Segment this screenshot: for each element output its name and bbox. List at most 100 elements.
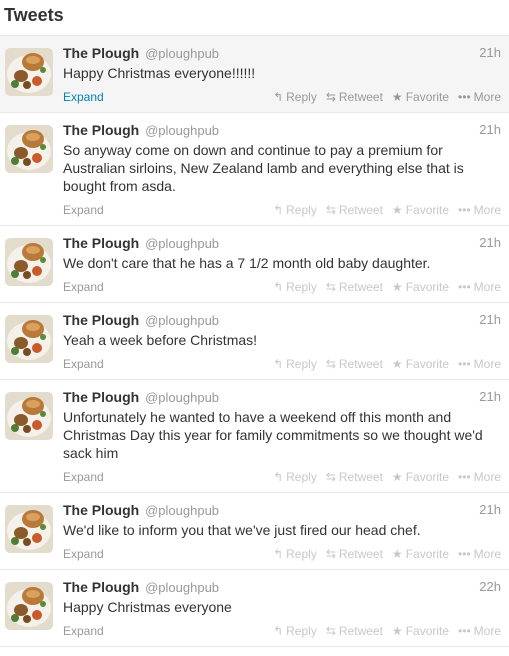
reply-label: Reply [286,624,317,638]
user-handle[interactable]: @ploughpub [145,503,219,518]
user-handle[interactable]: @ploughpub [145,123,219,138]
favorite-button[interactable]: ★ Favorite [392,546,449,562]
ellipsis-icon: ••• [458,357,471,371]
tweet[interactable]: The Plough @ploughpub 21h We'd like to i… [0,493,509,570]
retweet-label: Retweet [338,470,383,484]
expand-link[interactable]: Expand [63,357,104,371]
tweet-timestamp[interactable]: 21h [479,234,501,252]
expand-link[interactable]: Expand [63,547,104,561]
user-fullname[interactable]: The Plough [63,45,139,61]
user-fullname[interactable]: The Plough [63,235,139,251]
stream-title: Tweets [4,5,64,25]
retweet-icon: ⇆ [325,203,336,217]
expand-link[interactable]: Expand [63,280,104,294]
tweet[interactable]: The Plough @ploughpub 21h Unfortunately … [0,380,509,493]
favorite-button[interactable]: ★ Favorite [392,279,449,295]
retweet-label: Retweet [338,357,383,371]
ellipsis-icon: ••• [458,470,471,484]
tweet-footer: Expand ↰ Reply ⇆ Retweet ★ Favorite ••• … [63,202,501,218]
favorite-button[interactable]: ★ Favorite [392,356,449,372]
expand-link[interactable]: Expand [63,470,104,484]
tweet[interactable]: The Plough @ploughpub 21h We don't care … [0,226,509,303]
more-button[interactable]: ••• More [458,89,501,105]
user-fullname[interactable]: The Plough [63,502,139,518]
retweet-button[interactable]: ⇆ Retweet [326,356,383,372]
avatar[interactable] [5,48,53,96]
tweet-timestamp[interactable]: 21h [479,501,501,519]
tweet[interactable]: The Plough @ploughpub 22h Happy Christma… [0,570,509,647]
reply-arrow-icon: ↰ [273,203,284,217]
favorite-button[interactable]: ★ Favorite [392,469,449,485]
retweet-button[interactable]: ⇆ Retweet [326,279,383,295]
tweet-timestamp[interactable]: 21h [479,388,501,406]
user-fullname[interactable]: The Plough [63,122,139,138]
more-button[interactable]: ••• More [458,279,501,295]
tweet[interactable]: The Plough @ploughpub 21h So anyway come… [0,113,509,226]
tweet-timestamp[interactable]: 21h [479,121,501,139]
avatar[interactable] [5,392,53,440]
tweet-header: The Plough @ploughpub [63,578,501,597]
tweet-footer: Expand ↰ Reply ⇆ Retweet ★ Favorite ••• … [63,356,501,372]
retweet-button[interactable]: ⇆ Retweet [326,623,383,639]
avatar[interactable] [5,238,53,286]
favorite-button[interactable]: ★ Favorite [392,202,449,218]
expand-link[interactable]: Expand [63,624,104,638]
user-fullname[interactable]: The Plough [63,579,139,595]
favorite-button[interactable]: ★ Favorite [392,623,449,639]
retweet-button[interactable]: ⇆ Retweet [326,89,383,105]
expand-link[interactable]: Expand [63,90,104,104]
retweet-icon: ⇆ [325,90,336,104]
more-button[interactable]: ••• More [458,202,501,218]
avatar[interactable] [5,505,53,553]
reply-label: Reply [286,203,317,217]
star-icon: ★ [391,470,403,484]
reply-arrow-icon: ↰ [273,547,284,561]
ellipsis-icon: ••• [458,280,471,294]
avatar[interactable] [5,582,53,630]
star-icon: ★ [391,203,403,217]
reply-button[interactable]: ↰ Reply [273,356,317,372]
retweet-icon: ⇆ [325,624,336,638]
favorite-button[interactable]: ★ Favorite [392,89,449,105]
user-handle[interactable]: @ploughpub [145,313,219,328]
ellipsis-icon: ••• [458,624,471,638]
tweet[interactable]: The Plough @ploughpub 21h Yeah a week be… [0,303,509,380]
more-button[interactable]: ••• More [458,623,501,639]
avatar[interactable] [5,125,53,173]
tweet-text: Happy Christmas everyone!!!!!! [63,65,256,81]
retweet-button[interactable]: ⇆ Retweet [326,546,383,562]
more-label: More [473,547,501,561]
reply-button[interactable]: ↰ Reply [273,202,317,218]
user-handle[interactable]: @ploughpub [145,236,219,251]
tweet-header: The Plough @ploughpub [63,44,501,63]
retweet-button[interactable]: ⇆ Retweet [326,469,383,485]
tweet-footer: Expand ↰ Reply ⇆ Retweet ★ Favorite ••• … [63,279,501,295]
tweet-timestamp[interactable]: 21h [479,44,501,62]
user-handle[interactable]: @ploughpub [145,580,219,595]
tweet-text: Unfortunately he wanted to have a weeken… [63,409,483,461]
avatar[interactable] [5,315,53,363]
reply-button[interactable]: ↰ Reply [273,89,317,105]
more-button[interactable]: ••• More [458,469,501,485]
user-handle[interactable]: @ploughpub [145,46,219,61]
reply-button[interactable]: ↰ Reply [273,279,317,295]
tweet[interactable]: The Plough @ploughpub 21h Happy Christma… [0,36,509,113]
favorite-label: Favorite [405,470,450,484]
user-fullname[interactable]: The Plough [63,312,139,328]
retweet-icon: ⇆ [325,547,336,561]
more-label: More [473,470,501,484]
tweet-actions: ↰ Reply ⇆ Retweet ★ Favorite ••• More [273,623,501,639]
reply-button[interactable]: ↰ Reply [273,469,317,485]
user-fullname[interactable]: The Plough [63,389,139,405]
user-handle[interactable]: @ploughpub [145,390,219,405]
more-button[interactable]: ••• More [458,356,501,372]
reply-button[interactable]: ↰ Reply [273,546,317,562]
reply-arrow-icon: ↰ [273,624,284,638]
reply-button[interactable]: ↰ Reply [273,623,317,639]
more-label: More [473,90,501,104]
tweet-timestamp[interactable]: 22h [479,578,501,596]
more-button[interactable]: ••• More [458,546,501,562]
expand-link[interactable]: Expand [63,203,104,217]
retweet-button[interactable]: ⇆ Retweet [326,202,383,218]
tweet-timestamp[interactable]: 21h [479,311,501,329]
